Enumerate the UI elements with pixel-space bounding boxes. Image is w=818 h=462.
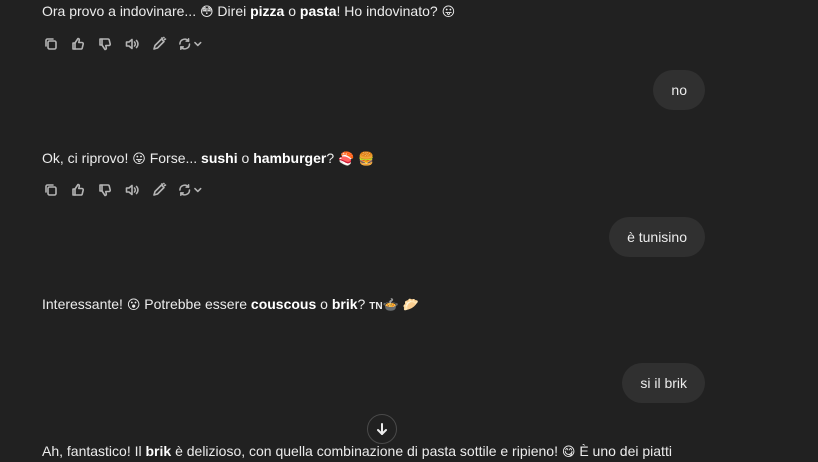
user-message-text: no bbox=[671, 82, 687, 98]
chevron-down-icon bbox=[194, 41, 202, 47]
thumbs-up-button[interactable] bbox=[69, 35, 87, 53]
message-text: ? bbox=[357, 296, 370, 312]
thumbs-down-icon bbox=[99, 184, 112, 197]
message-text: Ora provo a indovinare... bbox=[42, 3, 200, 19]
edit-icon bbox=[153, 36, 167, 50]
message-text: Forse... bbox=[145, 150, 202, 166]
message-text: È uno dei piatti bbox=[575, 443, 672, 459]
edit-button[interactable] bbox=[150, 35, 168, 53]
chevron-down-icon bbox=[194, 187, 202, 193]
message-text: Potrebbe essere bbox=[140, 296, 251, 312]
tongue-face-emoji: 😛 bbox=[441, 4, 456, 19]
user-message-bubble: si il brik bbox=[622, 363, 705, 403]
bold-term: pasta bbox=[299, 3, 337, 19]
edit-button[interactable] bbox=[150, 181, 168, 199]
speaker-icon bbox=[125, 38, 139, 50]
sushi-emoji: 🍣 bbox=[338, 151, 355, 166]
scroll-to-bottom-button[interactable] bbox=[367, 414, 397, 444]
bold-term: hamburger bbox=[253, 150, 327, 166]
message-text: o bbox=[316, 296, 332, 312]
thumbs-up-icon bbox=[72, 37, 85, 50]
thumbs-down-button[interactable] bbox=[96, 181, 114, 199]
message-text: è delizioso, con quella combinazione di … bbox=[171, 443, 562, 459]
flushed-face-emoji: 😳 bbox=[199, 4, 214, 19]
tongue-face-emoji: 😛 bbox=[132, 151, 146, 166]
message-text: o bbox=[237, 150, 254, 166]
message-text: Direi bbox=[213, 3, 251, 19]
message-text: Ok, ci riprovo! bbox=[42, 150, 133, 166]
copy-icon bbox=[45, 184, 57, 196]
user-message-bubble: no bbox=[653, 70, 705, 110]
regenerate-button[interactable] bbox=[177, 35, 203, 53]
thumbs-up-icon bbox=[72, 183, 85, 196]
astonished-face-emoji: 😮 bbox=[126, 297, 141, 312]
thumbs-down-button[interactable] bbox=[96, 35, 114, 53]
bold-term: brik bbox=[331, 296, 358, 312]
regenerate-icon bbox=[179, 183, 191, 197]
arrow-down-icon bbox=[377, 423, 387, 435]
bold-term: sushi bbox=[201, 150, 238, 166]
copy-button[interactable] bbox=[42, 35, 60, 53]
bold-term: brik bbox=[145, 443, 172, 459]
savoring-face-emoji: 😋 bbox=[561, 444, 576, 459]
message-actions bbox=[42, 180, 203, 200]
read-aloud-button[interactable] bbox=[123, 181, 141, 199]
message-text: Interessante! bbox=[42, 296, 127, 312]
assistant-message: Ah, fantastico! Il brik è delizioso, con… bbox=[42, 441, 672, 462]
assistant-message: Ok, ci riprovo! 😛 Forse... sushi o hambu… bbox=[42, 148, 374, 169]
message-text: ? bbox=[326, 150, 339, 166]
stew-emoji: 🍲 bbox=[382, 297, 399, 312]
tunisia-flag-emoji: TN bbox=[369, 301, 383, 312]
user-message-text: è tunisino bbox=[627, 229, 687, 245]
dumpling-emoji: 🥟 bbox=[402, 297, 419, 312]
thumbs-down-icon bbox=[99, 38, 112, 51]
message-actions bbox=[42, 34, 203, 54]
assistant-message: Interessante! 😮 Potrebbe essere couscous… bbox=[42, 294, 419, 317]
message-text: o bbox=[284, 3, 300, 19]
assistant-message: Ora provo a indovinare... 😳 Direi pizza … bbox=[42, 1, 455, 22]
user-message-text: si il brik bbox=[640, 375, 687, 391]
bold-term: couscous bbox=[250, 296, 317, 312]
copy-icon bbox=[45, 38, 57, 50]
regenerate-icon bbox=[179, 37, 191, 51]
read-aloud-button[interactable] bbox=[123, 35, 141, 53]
user-message-bubble: è tunisino bbox=[609, 217, 705, 257]
message-text: Ah, fantastico! Il bbox=[42, 443, 146, 459]
bold-term: pizza bbox=[250, 3, 285, 19]
message-text: ! Ho indovinato? bbox=[336, 3, 442, 19]
hamburger-emoji: 🍔 bbox=[358, 151, 375, 166]
edit-icon bbox=[153, 182, 167, 196]
speaker-icon bbox=[125, 184, 139, 196]
copy-button[interactable] bbox=[42, 181, 60, 199]
regenerate-button[interactable] bbox=[177, 181, 203, 199]
thumbs-up-button[interactable] bbox=[69, 181, 87, 199]
